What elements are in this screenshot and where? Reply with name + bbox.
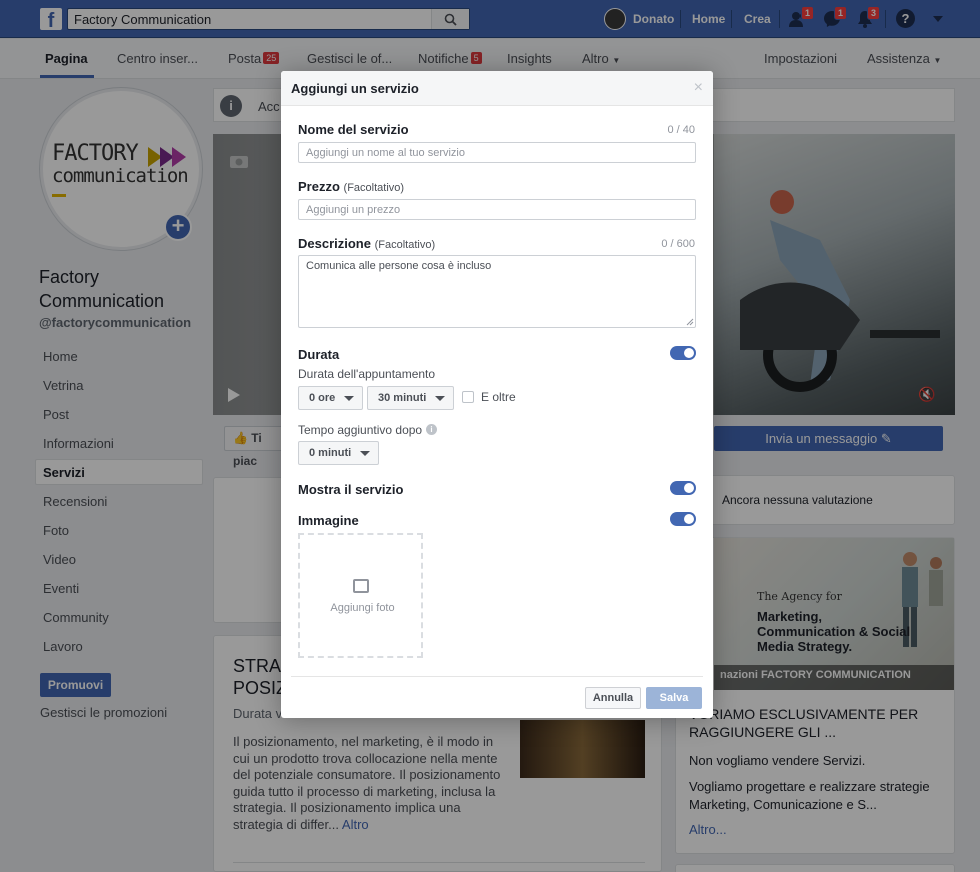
- dialog-title: Aggiungi un servizio: [291, 81, 419, 96]
- description-optional-text: (Facoltativo): [374, 239, 436, 251]
- duration-label: Durata: [298, 347, 340, 362]
- service-name-counter: 0 / 40: [667, 124, 695, 136]
- image-toggle[interactable]: [670, 512, 696, 526]
- add-photo-dropzone[interactable]: Aggiungi foto: [298, 533, 423, 658]
- chevron-down-icon: [360, 451, 370, 456]
- description-label: Descrizione (Facoltativo): [298, 236, 435, 251]
- dialog-footer-divider: [291, 676, 703, 677]
- description-label-text: Descrizione: [298, 236, 371, 251]
- extra-time-label: Tempo aggiuntivo dopo: [298, 423, 423, 437]
- dialog-header: Aggiungi un servizio ×: [281, 71, 713, 106]
- hours-select[interactable]: 0 ore: [298, 386, 363, 410]
- hours-select-value: 0 ore: [309, 392, 336, 404]
- image-label: Immagine: [298, 513, 359, 528]
- add-photo-label: Aggiungi foto: [330, 602, 395, 614]
- duration-toggle[interactable]: [670, 346, 696, 360]
- service-name-input[interactable]: Aggiungi un nome al tuo servizio: [298, 142, 696, 163]
- info-icon[interactable]: i: [426, 424, 437, 435]
- price-input[interactable]: Aggiungi un prezzo: [298, 199, 696, 220]
- add-service-dialog: Aggiungi un servizio × Nome del servizio…: [281, 71, 713, 718]
- extra-time-select[interactable]: 0 minuti: [298, 441, 379, 465]
- and-more-checkbox[interactable]: [462, 391, 474, 403]
- show-service-toggle[interactable]: [670, 481, 696, 495]
- image-icon: [353, 579, 369, 593]
- description-counter: 0 / 600: [661, 238, 695, 250]
- chevron-down-icon: [344, 396, 354, 401]
- price-optional-text: (Facoltativo): [343, 182, 405, 194]
- minutes-select[interactable]: 30 minuti: [367, 386, 454, 410]
- chevron-down-icon: [435, 396, 445, 401]
- cancel-button[interactable]: Annulla: [585, 687, 641, 709]
- show-service-label: Mostra il servizio: [298, 482, 404, 497]
- price-label: Prezzo (Facoltativo): [298, 179, 404, 194]
- appointment-duration-label: Durata dell'appuntamento: [298, 367, 436, 381]
- price-label-text: Prezzo: [298, 179, 340, 194]
- extra-time-select-value: 0 minuti: [309, 447, 352, 459]
- service-name-label: Nome del servizio: [298, 122, 409, 137]
- close-icon[interactable]: ×: [694, 79, 703, 97]
- and-more-label: E oltre: [481, 390, 516, 404]
- resize-handle-icon[interactable]: [686, 318, 694, 326]
- save-button[interactable]: Salva: [646, 687, 702, 709]
- minutes-select-value: 30 minuti: [378, 392, 427, 404]
- description-textarea[interactable]: Comunica alle persone cosa è incluso: [298, 255, 696, 328]
